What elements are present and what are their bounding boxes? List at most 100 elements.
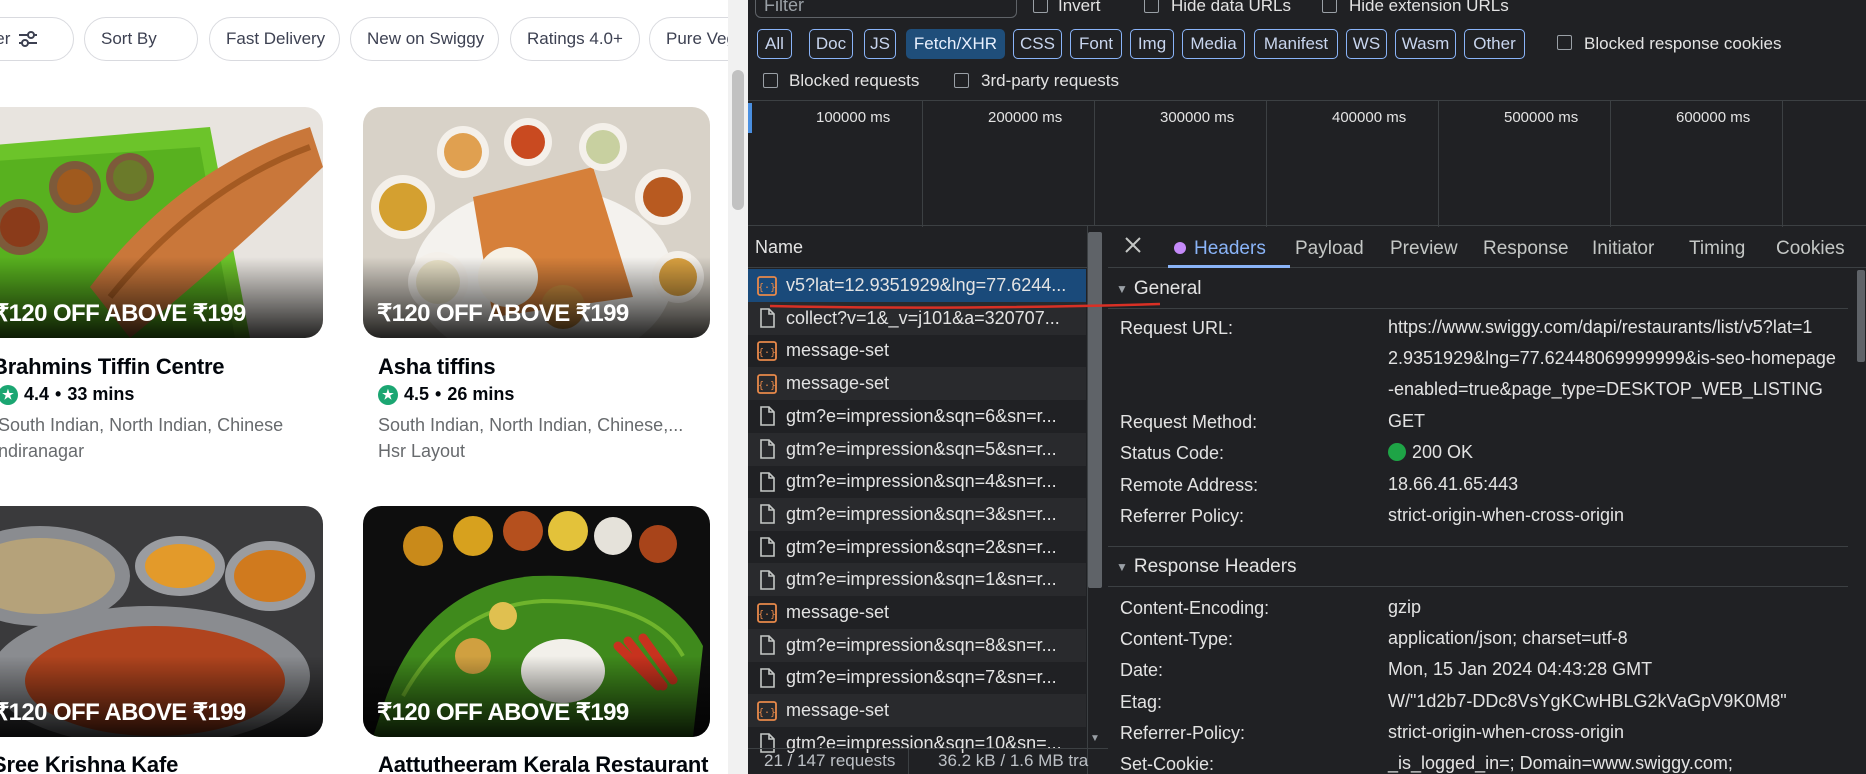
swiggy-restaurant-listing: ilter Sort By Fast Delivery New on Swigg… bbox=[0, 0, 728, 774]
tab-cookies[interactable]: Cookies bbox=[1776, 238, 1845, 260]
request-name: gtm?e=impression&sqn=7&sn=r... bbox=[786, 667, 1057, 688]
type-filter-fetch-xhr[interactable]: Fetch/XHR bbox=[906, 29, 1005, 59]
svg-text:{·}: {·} bbox=[758, 282, 776, 293]
details-scrollbar[interactable] bbox=[1856, 268, 1866, 774]
rating-value: 4.5 bbox=[404, 384, 430, 404]
request-row[interactable]: {·} message-set bbox=[748, 694, 1086, 728]
third-party-requests-checkbox[interactable] bbox=[954, 73, 969, 88]
header-value: gzip bbox=[1388, 597, 1422, 617]
request-name: gtm?e=impression&sqn=8&sn=r... bbox=[786, 634, 1057, 655]
new-on-swiggy-chip[interactable]: New on Swiggy bbox=[350, 17, 499, 61]
scroll-down-arrow-icon[interactable]: ▼ bbox=[1090, 733, 1102, 744]
type-filter-other[interactable]: Other bbox=[1464, 29, 1525, 59]
request-row[interactable]: {·} message-set bbox=[748, 596, 1086, 629]
type-filter-ws[interactable]: WS bbox=[1346, 29, 1387, 59]
tab-preview[interactable]: Preview bbox=[1390, 238, 1458, 260]
xhr-json-icon: {·} bbox=[757, 340, 777, 361]
tab-timing[interactable]: Timing bbox=[1689, 238, 1745, 260]
ratings-label: Ratings 4.0+ bbox=[527, 29, 623, 48]
type-filter-wasm[interactable]: Wasm bbox=[1395, 29, 1456, 59]
close-icon[interactable] bbox=[1122, 234, 1144, 256]
header-key: Set-Cookie: bbox=[1120, 754, 1215, 774]
type-filter-font[interactable]: Font bbox=[1070, 29, 1122, 59]
svg-text:{·}: {·} bbox=[758, 380, 776, 391]
type-filter-media[interactable]: Media bbox=[1182, 29, 1245, 59]
sort-by-chip[interactable]: Sort By bbox=[84, 17, 198, 61]
rating-row: ★ 4.5 • 26 mins bbox=[378, 384, 514, 405]
hide-extension-urls-checkbox[interactable] bbox=[1322, 0, 1337, 13]
request-url-line: -enabled=true&page_type=DESKTOP_WEB_LIST… bbox=[1388, 379, 1823, 399]
tab-initiator[interactable]: Initiator bbox=[1592, 238, 1654, 260]
request-name: message-set bbox=[786, 340, 890, 361]
request-row[interactable]: gtm?e=impression&sqn=4&sn=r... bbox=[748, 465, 1086, 498]
expand-triangle-icon: ▼ bbox=[1116, 282, 1128, 296]
request-row[interactable]: gtm?e=impression&sqn=3&sn=r... bbox=[748, 497, 1086, 531]
area: ndiranagar bbox=[0, 441, 85, 461]
request-name: gtm?e=impression&sqn=6&sn=r... bbox=[786, 405, 1057, 426]
status-ok-icon bbox=[1388, 443, 1406, 461]
request-row[interactable]: gtm?e=impression&sqn=2&sn=r... bbox=[748, 531, 1086, 564]
request-row[interactable]: gtm?e=impression&sqn=8&sn=r... bbox=[748, 628, 1086, 662]
restaurant-name: Asha tiffins bbox=[378, 354, 496, 379]
restaurant-image: ₹120 OFF ABOVE ₹199 bbox=[363, 506, 710, 737]
star-icon: ★ bbox=[0, 384, 18, 405]
details-scrollbar-thumb[interactable] bbox=[1857, 270, 1865, 362]
sort-by-label: Sort By bbox=[101, 29, 157, 48]
request-name: gtm?e=impression&sqn=4&sn=r... bbox=[786, 471, 1057, 492]
xhr-json-icon: {·} bbox=[757, 373, 777, 394]
hide-data-urls-checkbox[interactable] bbox=[1144, 0, 1159, 13]
delivery-time: 33 mins bbox=[67, 384, 135, 404]
tab-headers[interactable]: Headers bbox=[1194, 238, 1266, 260]
type-filter-all[interactable]: All bbox=[757, 29, 792, 59]
delivery-time: 26 mins bbox=[447, 384, 515, 404]
general-section-header[interactable]: ▼ General bbox=[1108, 272, 1848, 306]
timeline-tick-label: 100000 ms bbox=[816, 109, 891, 126]
header-value: W/"1d2b7-DDc8VsYgKCwHBLG2kVaGpV9K0M8" bbox=[1388, 691, 1787, 711]
name-column-header: Name bbox=[755, 237, 804, 257]
filter-chip-label: ilter bbox=[0, 29, 11, 48]
tab-response[interactable]: Response bbox=[1483, 238, 1569, 260]
response-headers-section-header[interactable]: ▼ Response Headers bbox=[1108, 550, 1848, 584]
general-section-title: General bbox=[1133, 278, 1202, 299]
ratings-chip[interactable]: Ratings 4.0+ bbox=[510, 17, 640, 61]
request-name: gtm?e=impression&sqn=5&sn=r... bbox=[786, 438, 1057, 459]
request-count: 21 / 147 requests bbox=[764, 751, 896, 770]
xhr-json-icon: {·} bbox=[757, 602, 777, 623]
request-list-header[interactable]: Name bbox=[748, 226, 1088, 268]
request-row[interactable]: gtm?e=impression&sqn=6&sn=r... bbox=[748, 400, 1086, 433]
screenshot-root: ilter Sort By Fast Delivery New on Swigg… bbox=[0, 0, 1866, 774]
invert-checkbox[interactable] bbox=[1033, 0, 1048, 13]
svg-text:{·}: {·} bbox=[758, 707, 776, 718]
timeline-tick-label: 600000 ms bbox=[1676, 109, 1751, 126]
request-row[interactable]: gtm?e=impression&sqn=1&sn=r... bbox=[748, 563, 1086, 597]
request-url-value[interactable]: https://www.swiggy.com/dapi/restaurants/… bbox=[1388, 312, 1836, 405]
page-scrollbar-thumb[interactable] bbox=[732, 70, 744, 210]
header-key: Referrer-Policy: bbox=[1120, 723, 1246, 743]
type-filter-css[interactable]: CSS bbox=[1013, 29, 1062, 59]
type-filter-doc[interactable]: Doc bbox=[809, 29, 853, 59]
pure-veg-chip[interactable]: Pure Veg bbox=[649, 17, 728, 61]
request-row[interactable]: {·} message-set bbox=[748, 367, 1086, 401]
tab-payload[interactable]: Payload bbox=[1295, 238, 1364, 260]
request-list-scrollbar-thumb[interactable] bbox=[1088, 232, 1102, 588]
request-row[interactable]: gtm?e=impression&sqn=5&sn=r... bbox=[748, 432, 1086, 466]
hide-extension-urls-label: Hide extension URLs bbox=[1349, 0, 1509, 15]
blocked-response-cookies-checkbox[interactable] bbox=[1557, 35, 1572, 50]
network-timeline-overview[interactable]: 100000 ms 200000 ms 300000 ms 400000 ms … bbox=[748, 100, 1866, 227]
blocked-requests-checkbox[interactable] bbox=[763, 73, 778, 88]
type-filter-js[interactable]: JS bbox=[864, 29, 896, 59]
network-status-bar: 21 / 147 requests 36.2 kB / 1.6 MB tra bbox=[748, 748, 1108, 774]
type-filter-img[interactable]: Img bbox=[1130, 29, 1174, 59]
request-row[interactable]: gtm?e=impression&sqn=7&sn=r... bbox=[748, 661, 1086, 694]
fast-delivery-label: Fast Delivery bbox=[226, 29, 326, 48]
filter-input[interactable]: Filter bbox=[755, 0, 1017, 18]
document-icon bbox=[760, 439, 775, 459]
request-row[interactable]: {·} message-set bbox=[748, 334, 1086, 367]
type-filter-manifest[interactable]: Manifest bbox=[1254, 29, 1338, 59]
expand-triangle-icon: ▼ bbox=[1116, 560, 1128, 574]
page-scrollbar[interactable] bbox=[728, 0, 748, 774]
fast-delivery-chip[interactable]: Fast Delivery bbox=[209, 17, 340, 61]
header-key: Remote Address: bbox=[1120, 475, 1259, 495]
filter-chip[interactable]: ilter bbox=[0, 17, 74, 61]
header-key: Etag: bbox=[1120, 692, 1163, 712]
